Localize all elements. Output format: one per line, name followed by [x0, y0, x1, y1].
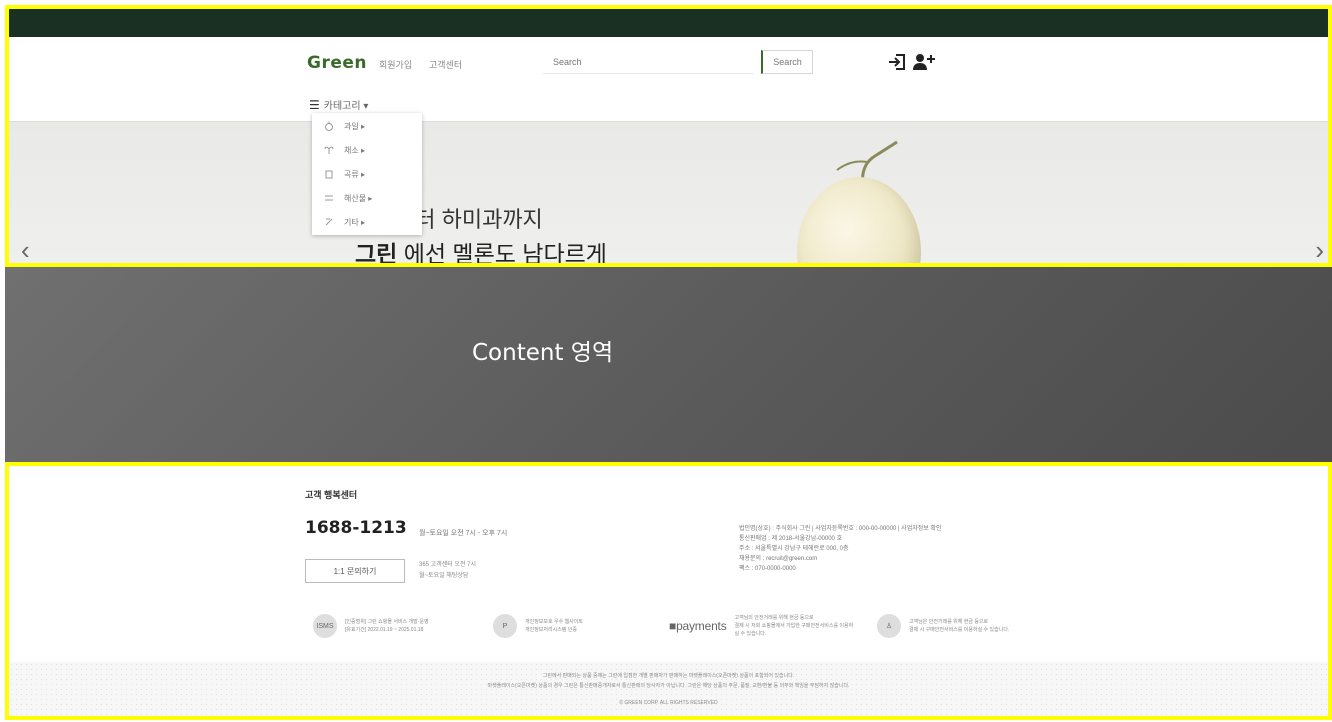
company-info: 법인명(상호) : 주식회사 그린 | 사업자등록번호 : 000-00-000… — [739, 524, 1039, 574]
company-info-line: 주소 : 서울특별시 강남구 테헤란로 000, 0층 — [739, 546, 849, 552]
company-info-line[interactable]: 채용문의 : recruit@green.com — [739, 554, 1039, 564]
company-info-line: 팩스 : 070-0000-0000 — [739, 566, 796, 572]
cert-payments: ■payments 고객님의 안전거래를 위해 현금 등으로 결제 시 저희 쇼… — [669, 614, 855, 638]
company-info-line: 통신판매업 : 제 2018-서울강남-00000 호 — [739, 536, 843, 542]
vegetable-icon — [324, 145, 334, 155]
privacy-badge-icon: P — [493, 614, 517, 638]
content-label: Content 영역 — [472, 340, 614, 366]
cs-hours: 월~토요일 오전 7시 - 오후 7시 — [419, 530, 508, 537]
category-item-etc[interactable]: 기타 ▸ — [312, 211, 422, 233]
category-item-seafood[interactable]: 해산물 ▸ — [312, 187, 422, 209]
cert-text: [인증범위] 그린 쇼핑몰 서비스 개발·운영 — [345, 619, 429, 625]
payments-logo-text: payments — [676, 619, 727, 633]
hero-brand: 그린 — [355, 241, 398, 267]
payments-dot-icon: ■ — [669, 619, 677, 633]
logo[interactable]: Green — [307, 53, 367, 73]
category-item-label: 곡류 ▸ — [344, 169, 365, 179]
nav-link-signup[interactable]: 회원가입 — [379, 58, 412, 71]
header-region: Green 회원가입 고객센터 Search ☰ 카테고리 ▾ 부터 하미과까지… — [5, 5, 1332, 267]
footer-notice: 마켓플레이스(오픈마켓) 상품의 경우 그린은 통신판매중개자로서 통신판매의 … — [487, 683, 850, 689]
cert-isms: ISMS [인증범위] 그린 쇼핑몰 서비스 개발·운영 [유효기간] 2022… — [313, 614, 465, 638]
cert-text: 고객님은 안전거래를 위해 현금 등으로 — [909, 619, 989, 625]
cs-title: 고객 행복센터 — [305, 490, 358, 500]
category-item-vegetable[interactable]: 채소 ▸ — [312, 139, 422, 161]
footer-notice: 그린에서 판매되는 상품 중에는 그린에 입점한 개별 판매자가 판매하는 마켓… — [542, 673, 795, 679]
search-input[interactable] — [542, 50, 754, 74]
add-user-icon[interactable] — [912, 51, 935, 73]
menu-icon: ☰ — [309, 97, 320, 112]
cs-note-line: 월~토요일 채팅상담 — [419, 573, 469, 579]
etc-icon — [324, 217, 334, 227]
login-icon[interactable] — [887, 51, 909, 73]
cert-escrow: ♙ 고객님은 안전거래를 위해 현금 등으로 결제 시 구매안전서비스를 이용하… — [877, 614, 1029, 638]
cert-text: [유효기간] 2022.01.19 ~ 2025.01.18 — [345, 627, 424, 633]
cs-note: 365 고객센터 오전 7시 월~토요일 채팅상담 — [419, 560, 476, 582]
hero-line-2: 그린 에선 멜론도 남다르게 — [355, 235, 607, 267]
top-bar — [9, 9, 1328, 37]
inquiry-button[interactable]: 1:1 문의하기 — [305, 559, 405, 583]
category-item-label: 기타 ▸ — [344, 217, 365, 227]
payments-logo: ■payments — [669, 619, 727, 633]
footer-bottom: 그린에서 판매되는 상품 중에는 그린에 입점한 개별 판매자가 판매하는 마켓… — [9, 662, 1328, 716]
company-info-line: 법인명(상호) : 주식회사 그린 | 사업자등록번호 : 000-00-000… — [739, 526, 942, 532]
fruit-icon — [324, 121, 334, 131]
cert-text: 개인정보처리시스템 인증 — [525, 627, 577, 633]
category-toggle[interactable]: ☰ 카테고리 ▾ — [309, 97, 369, 113]
escrow-badge-icon: ♙ — [877, 614, 901, 638]
category-item-grain[interactable]: 곡류 ▸ — [312, 163, 422, 185]
hero-line-2-rest: 에선 멜론도 남다르게 — [397, 241, 607, 267]
search-button[interactable]: Search — [761, 50, 813, 74]
footer-region: 고객 행복센터 1688-1213 월~토요일 오전 7시 - 오후 7시 1:… — [5, 462, 1332, 720]
cert-text: 고객님의 안전거래를 위해 현금 등으로 — [734, 615, 814, 621]
cert-text: 결제 시 저희 쇼핑몰에서 가입한 구매안전서비스를 이용하실 수 있습니다. — [734, 623, 854, 637]
hero-banner: 부터 하미과까지 그린 에선 멜론도 남다르게 ‹ › — [9, 121, 1328, 263]
seafood-icon — [324, 193, 334, 203]
nav-link-cs[interactable]: 고객센터 — [429, 58, 462, 71]
category-item-fruit[interactable]: 과일 ▸ — [312, 115, 422, 137]
cs-note-line: 365 고객센터 오전 7시 — [419, 562, 476, 568]
cert-text: 개인정보보호 우수 웹사이트 — [525, 619, 583, 625]
cert-privacy: P 개인정보보호 우수 웹사이트 개인정보처리시스템 인증 — [493, 614, 645, 638]
category-toggle-label: 카테고리 ▾ — [323, 101, 369, 112]
category-item-label: 해산물 ▸ — [344, 193, 373, 203]
copyright: © GREEN CORP. ALL RIGHTS RESERVED — [619, 700, 718, 706]
isms-badge-icon: ISMS — [313, 614, 337, 638]
content-region: Content 영역 — [5, 267, 1332, 465]
category-menu: 과일 ▸ 채소 ▸ 곡류 ▸ 해산물 ▸ 기타 ▸ — [312, 113, 422, 235]
prev-slide-icon[interactable]: ‹ — [21, 237, 30, 263]
cs-phone: 1688-1213 — [305, 518, 407, 538]
next-slide-icon[interactable]: › — [1315, 237, 1324, 263]
category-item-label: 과일 ▸ — [344, 121, 365, 131]
grain-icon — [324, 169, 334, 179]
cert-text: 결제 시 구매안전서비스를 이용하실 수 있습니다. — [909, 627, 1010, 633]
category-item-label: 채소 ▸ — [344, 145, 365, 155]
